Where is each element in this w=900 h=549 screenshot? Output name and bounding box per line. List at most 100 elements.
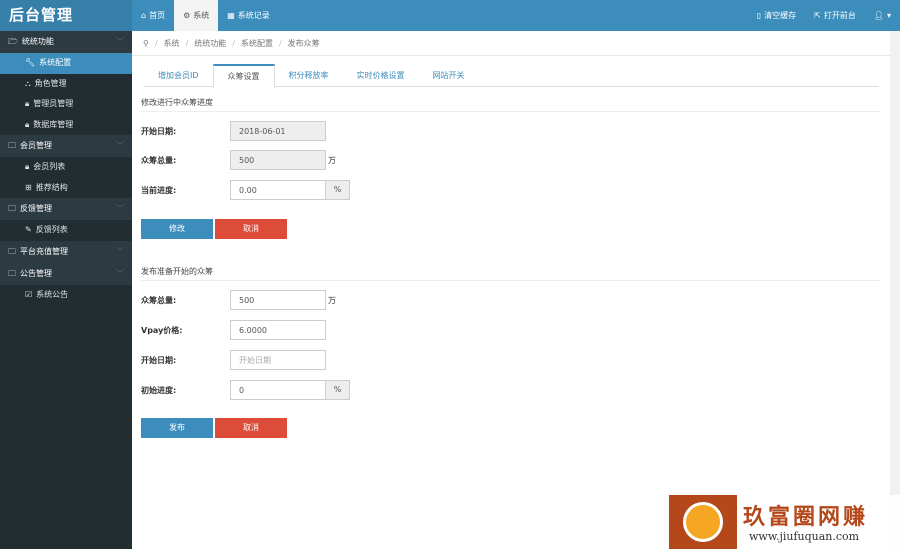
scrollbar[interactable] [890, 31, 900, 549]
breadcrumb-separator: / [185, 38, 189, 48]
form-row-total: 众筹总量: 万 [141, 150, 336, 170]
open-frontend-button[interactable]: ⇱ 打开前台 [805, 10, 865, 21]
top-nav-label: 系统 [193, 11, 210, 20]
breadcrumb-separator: / [278, 38, 282, 48]
form-row-total-2: 众筹总量: 万 [141, 290, 336, 310]
top-nav-system-records[interactable]: ▦ 系统记录 [218, 0, 279, 31]
publish-button[interactable]: 发布 [141, 418, 213, 438]
watermark: 玖富圈网赚 www.jiufuquan.com [669, 495, 900, 549]
cancel-button[interactable]: 取消 [215, 219, 287, 239]
total-label: 众筹总量: [141, 295, 177, 305]
breadcrumb-item[interactable]: 系统 [164, 31, 180, 56]
sidebar-group-recharge-management[interactable]: 🗀 平台充值管理 ﹀ [0, 240, 132, 263]
sidebar-item-role-management[interactable]: ⛬ 角色管理 [0, 73, 132, 94]
sidebar-group-label: 会员管理 [20, 141, 52, 150]
progress-label: 当前进度: [141, 185, 177, 195]
sidebar-item-system-announcement[interactable]: ☑ 系统公告 [0, 284, 132, 305]
total-input-2[interactable] [230, 290, 326, 310]
location-pin-icon: ⚲ [143, 38, 149, 48]
total-unit: 万 [328, 295, 336, 305]
breadcrumb-separator: / [154, 38, 158, 48]
sidebar-group-label: 平台充值管理 [20, 246, 68, 256]
sidebar-group-system-functions[interactable]: 🗁 统统功能 ﹀ [0, 31, 132, 53]
cancel-button-2[interactable]: 取消 [215, 418, 287, 438]
modify-button[interactable]: 修改 [141, 219, 213, 239]
sidebar-item-label: 系统公告 [36, 289, 69, 299]
tab-crowdfunding-settings[interactable]: 众筹设置 [212, 64, 275, 88]
sidebar-group-announcement-management[interactable]: 🗀 公告管理 ﹀ [0, 262, 132, 285]
sidebar: 🗁 统统功能 ﹀ 🔧︎ 系统配置 ⛬ 角色管理 🔒︎ 管理员管理 🔒︎ 数据库管… [0, 31, 132, 549]
top-bar: 后台管理 ⌂ 首页 ⚙ 系统 ▦ 系统记录 ▯ 清空缓存 ⇱ 打开前台 👤︎ ▾ [0, 0, 900, 31]
tab-add-member-id[interactable]: 增加会员ID [144, 64, 213, 87]
table-icon: ▦ [227, 11, 235, 20]
top-nav-home[interactable]: ⌂ 首页 [132, 0, 174, 31]
breadcrumb-separator: / [232, 38, 235, 48]
form-row-progress: 当前进度: % [141, 180, 350, 200]
sidebar-group-feedback-management[interactable]: 🗀 反馈管理 ﹀ [0, 198, 132, 220]
home-icon: ⌂ [141, 11, 147, 20]
chevron-down-icon: ﹀ [116, 268, 124, 278]
start-date-input[interactable] [230, 121, 326, 141]
top-right-actions: ▯ 清空缓存 ⇱ 打开前台 👤︎ ▾ [748, 0, 900, 31]
sidebar-item-label: 角色管理 [34, 78, 67, 88]
external-link-icon: ⇱ [814, 11, 821, 20]
top-nav-label: 系统记录 [237, 11, 270, 20]
lock-icon: 🔒︎ [25, 119, 30, 129]
sidebar-item-database-management[interactable]: 🔒︎ 数据库管理 [0, 114, 132, 135]
sidebar-item-feedback-list[interactable]: ✎ 反馈列表 [0, 220, 132, 241]
folder-icon: 🗀 [8, 204, 16, 213]
tab-realtime-price[interactable]: 实时价格设置 [343, 64, 419, 87]
sidebar-item-label: 推荐结构 [35, 182, 68, 192]
section-title-publish-crowdfunding: 发布准备开始的众筹 [141, 266, 881, 281]
breadcrumb-item[interactable]: 统统功能 [194, 31, 226, 56]
sidebar-item-referral-structure[interactable]: ⊞ 推荐结构 [0, 177, 132, 198]
initial-progress-input[interactable] [230, 380, 326, 400]
top-nav-system[interactable]: ⚙ 系统 [174, 0, 219, 31]
sidebar-group-member-management[interactable]: 🗀 会员管理 ﹀ [0, 135, 132, 157]
top-nav: ⌂ 首页 ⚙ 系统 ▦ 系统记录 [132, 0, 279, 31]
initial-progress-label: 初始进度: [141, 385, 177, 395]
percent-addon: % [326, 380, 350, 400]
sidebar-item-label: 反馈列表 [35, 225, 68, 234]
sidebar-item-label: 系统配置 [39, 58, 72, 67]
start-date-label: 开始日期: [141, 355, 177, 365]
sidebar-item-member-list[interactable]: 🔒︎ 会员列表 [0, 157, 132, 178]
lock-icon: 🔒︎ [25, 162, 30, 171]
folder-icon: 🗀 [8, 246, 16, 256]
total-unit: 万 [328, 155, 336, 165]
sitemap-icon: ⛬ [25, 78, 31, 88]
chevron-down-icon: ﹀ [116, 141, 124, 150]
user-menu-button[interactable]: 👤︎ ▾ [865, 11, 900, 20]
settings-tabs: 增加会员ID 众筹设置 积分释放率 实时价格设置 网站开关 [144, 64, 879, 88]
clear-cache-button[interactable]: ▯ 清空缓存 [748, 10, 805, 21]
sidebar-group-label: 统统功能 [21, 37, 54, 46]
lock-icon: 🔒︎ [25, 99, 30, 108]
tab-site-switch[interactable]: 网站开关 [419, 64, 479, 87]
grid-icon: ⊞ [25, 182, 32, 192]
chevron-down-icon: ﹀ [116, 246, 124, 256]
breadcrumb-item: 发布众筹 [287, 38, 320, 48]
top-nav-label: 首页 [149, 11, 166, 20]
percent-addon: % [326, 180, 350, 200]
progress-input[interactable] [230, 180, 326, 200]
sidebar-item-system-config[interactable]: 🔧︎ 系统配置 [0, 53, 132, 74]
sidebar-item-label: 数据库管理 [33, 119, 74, 129]
chevron-down-icon: ﹀ [116, 37, 124, 46]
edit-icon: ✎ [25, 225, 32, 234]
user-icon: 👤︎ [873, 11, 884, 20]
checkbox-icon: ☑ [25, 289, 33, 299]
app-logo[interactable]: 后台管理 [0, 0, 132, 31]
tab-points-release-rate[interactable]: 积分释放率 [275, 64, 343, 87]
sidebar-item-admin-management[interactable]: 🔒︎ 管理员管理 [0, 94, 132, 115]
form-row-start-date: 开始日期: [141, 121, 326, 141]
start-date-input-2[interactable] [230, 350, 326, 370]
price-input[interactable] [230, 320, 326, 340]
clear-cache-label: 清空缓存 [764, 11, 797, 20]
trash-icon: ▯ [756, 11, 762, 20]
total-input[interactable] [230, 150, 326, 170]
breadcrumb-item[interactable]: 系统配置 [241, 31, 273, 56]
total-label: 众筹总量: [141, 155, 177, 165]
wrench-icon: 🔧︎ [25, 58, 36, 67]
price-label: Vpay价格: [141, 325, 183, 335]
gear-icon: ⚙ [183, 11, 191, 20]
